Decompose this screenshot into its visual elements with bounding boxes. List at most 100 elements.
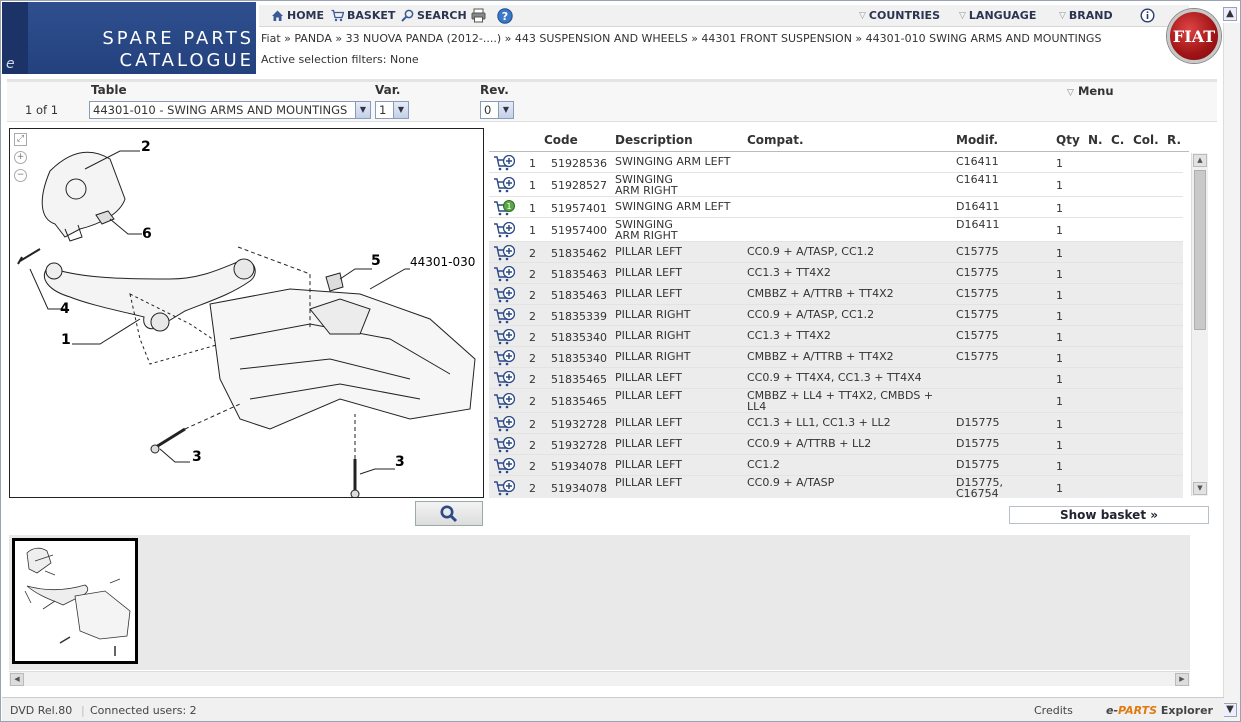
nav-language[interactable]: ▽ LANGUAGE <box>959 9 1036 22</box>
credits-link[interactable]: Credits <box>1034 704 1073 717</box>
nav-brand[interactable]: ▽ BRAND <box>1059 9 1113 22</box>
add-to-cart-icon[interactable] <box>493 328 515 345</box>
nav-countries[interactable]: ▽ COUNTRIES <box>859 9 940 22</box>
cart-icon <box>331 9 344 22</box>
reference-label[interactable]: 44301-030 <box>410 255 475 269</box>
add-to-cart-icon[interactable] <box>493 244 515 261</box>
table-row[interactable]: 2 51835465 PILLAR LEFT CMBBZ + LL4 + TT4X2,… <box>489 389 1183 413</box>
parts-table: Code Description Compat. Modif. Qty N. C… <box>489 128 1209 498</box>
info-icon[interactable] <box>1140 8 1155 23</box>
nav-basket[interactable]: BASKET <box>331 9 395 22</box>
exploded-drawing[interactable]: ⤢ + − 2 6 4 1 5 3 3 44301-030 <box>9 128 484 498</box>
menu-toggle[interactable]: ▽ Menu <box>1067 84 1114 98</box>
add-to-cart-icon[interactable]: 1 <box>493 199 515 216</box>
table-row[interactable]: 2 51932728 PILLAR LEFT CC0.9 + A/TTRB + LL2… <box>489 434 1183 455</box>
add-to-cart-icon[interactable] <box>493 457 515 474</box>
add-to-cart-icon[interactable] <box>493 349 515 366</box>
table-row[interactable]: 2 51835465 PILLAR LEFT CC0.9 + TT4X4, CC1.3… <box>489 368 1183 389</box>
code-cell: 51835463 <box>551 267 607 281</box>
compat-cell: CC0.9 + TT4X4, CC1.3 + TT4X4 <box>747 372 922 383</box>
cell-line: D15775 <box>956 437 1000 450</box>
cell-line: PILLAR LEFT <box>615 476 682 489</box>
table-select[interactable]: 44301-010 - SWING ARMS AND MOUNTINGS ▼ <box>89 101 371 119</box>
add-to-cart-icon[interactable] <box>493 370 515 387</box>
callout-label[interactable]: 4 <box>60 301 70 317</box>
add-to-cart-icon[interactable] <box>493 393 515 409</box>
catalogue-logo[interactable]: e SPARE PARTS CATALOGUE <box>2 2 256 74</box>
table-row[interactable]: 2 51932728 PILLAR LEFT CC1.3 + LL1, CC1.3 +… <box>489 413 1183 434</box>
ref-cell: 2 <box>529 267 536 281</box>
drawing-thumbnail[interactable] <box>12 538 138 664</box>
nav-home[interactable]: HOME <box>271 9 324 22</box>
add-to-cart-icon[interactable] <box>493 307 515 324</box>
scroll-left-icon[interactable]: ◀ <box>10 673 24 686</box>
description-cell: PILLAR RIGHT <box>615 309 690 320</box>
table-row[interactable]: 2 51835462 PILLAR LEFT CC0.9 + A/TASP, CC1.… <box>489 242 1183 263</box>
table-row[interactable]: 1 51928527 SWINGING ARM RIGHT C16411 1 <box>489 173 1183 197</box>
table-scrollbar[interactable]: ▲ ▼ <box>1191 153 1208 496</box>
add-to-cart-icon[interactable] <box>493 265 515 282</box>
add-to-cart-icon[interactable] <box>493 480 515 496</box>
table-row[interactable]: 2 51835339 PILLAR RIGHT CC0.9 + A/TASP, CC1… <box>489 305 1183 326</box>
modif-cell: C16411 <box>956 156 999 167</box>
callout-label[interactable]: 2 <box>141 139 151 155</box>
ref-cell: 1 <box>529 156 536 170</box>
menu-label: Menu <box>1077 84 1114 98</box>
table-row[interactable]: 2 51934078 PILLAR LEFT CC1.2 D15775 1 <box>489 455 1183 476</box>
chevron-down-icon: ▽ <box>1067 88 1074 98</box>
add-to-cart-icon[interactable] <box>493 177 515 193</box>
add-to-cart-icon[interactable] <box>493 415 515 432</box>
code-cell: 51928536 <box>551 156 607 170</box>
zoom-drawing-button[interactable] <box>415 501 483 526</box>
cell-line: PILLAR LEFT <box>615 458 682 471</box>
chevron-down-icon: ▼ <box>393 102 408 118</box>
add-to-cart-icon[interactable] <box>493 436 515 453</box>
horizontal-scrollbar[interactable]: ◀ ▶ <box>9 671 1190 686</box>
scroll-right-icon[interactable]: ▶ <box>1175 673 1189 686</box>
add-to-cart-icon[interactable] <box>493 286 515 303</box>
scrollbar-thumb[interactable] <box>1194 170 1206 330</box>
print-icon[interactable] <box>471 8 486 23</box>
description-cell: PILLAR LEFT <box>615 390 682 401</box>
callout-label[interactable]: 5 <box>371 253 381 269</box>
cell-line: SWINGING ARM LEFT <box>615 200 731 213</box>
table-select-value: 44301-010 - SWING ARMS AND MOUNTINGS <box>93 103 348 117</box>
description-cell: PILLAR LEFT <box>615 267 682 278</box>
table-row[interactable]: 1 51928536 SWINGING ARM LEFT C16411 1 <box>489 152 1183 173</box>
callout-label[interactable]: 1 <box>61 332 71 348</box>
qty-cell: 1 <box>1056 438 1063 452</box>
table-row[interactable]: 2 51835340 PILLAR RIGHT CMBBZ + A/TTRB + TT… <box>489 347 1183 368</box>
var-select[interactable]: 1 ▼ <box>375 101 409 119</box>
help-icon[interactable]: ? <box>497 8 513 24</box>
breadcrumb[interactable]: Fiat » PANDA » 33 NUOVA PANDA (2012-....… <box>261 32 1101 45</box>
show-basket-button[interactable]: Show basket » <box>1009 506 1209 524</box>
callout-label[interactable]: 3 <box>192 449 202 465</box>
callout-label[interactable]: 6 <box>142 226 152 242</box>
scroll-up-button[interactable]: ▲ <box>1223 7 1237 21</box>
table-row[interactable]: 1 51957400 SWINGING ARM RIGHT D16411 1 <box>489 218 1183 242</box>
ref-cell: 2 <box>529 351 536 365</box>
modif-cell: C15775 <box>956 288 999 299</box>
scroll-down-icon[interactable]: ▼ <box>1193 482 1207 495</box>
description-cell: SWINGING ARM RIGHT <box>615 219 678 241</box>
modif-cell: D15775 <box>956 459 999 470</box>
table-row[interactable]: 2 51934078 PILLAR LEFT CC0.9 + A/TASP D15775… <box>489 476 1183 498</box>
cell-line: C15775 <box>956 287 999 300</box>
column-header: R. <box>1167 133 1182 147</box>
scroll-down-button[interactable]: ▼ <box>1223 703 1237 717</box>
add-to-cart-icon[interactable] <box>493 222 515 238</box>
callout-label[interactable]: 3 <box>395 454 405 470</box>
table-row[interactable]: 2 51835463 PILLAR LEFT CMBBZ + A/TTRB + TT4… <box>489 284 1183 305</box>
ref-cell: 2 <box>529 246 536 260</box>
table-row[interactable]: 2 51835463 PILLAR LEFT CC1.3 + TT4X2 C15775 1 <box>489 263 1183 284</box>
table-row[interactable]: 2 51835340 PILLAR RIGHT CC1.3 + TT4X2 C15775… <box>489 326 1183 347</box>
cell-line: PILLAR RIGHT <box>615 350 691 363</box>
code-cell: 51934078 <box>551 459 607 473</box>
cell-line: C16411 <box>956 155 999 168</box>
rev-select[interactable]: 0 ▼ <box>480 101 514 119</box>
scroll-up-icon[interactable]: ▲ <box>1193 154 1207 167</box>
window-scrollbar[interactable] <box>1223 23 1240 721</box>
nav-search[interactable]: SEARCH <box>401 9 467 22</box>
add-to-cart-icon[interactable] <box>493 154 515 171</box>
table-row[interactable]: 1 1 51957401 SWINGING ARM LEFT D16411 1 <box>489 197 1183 218</box>
